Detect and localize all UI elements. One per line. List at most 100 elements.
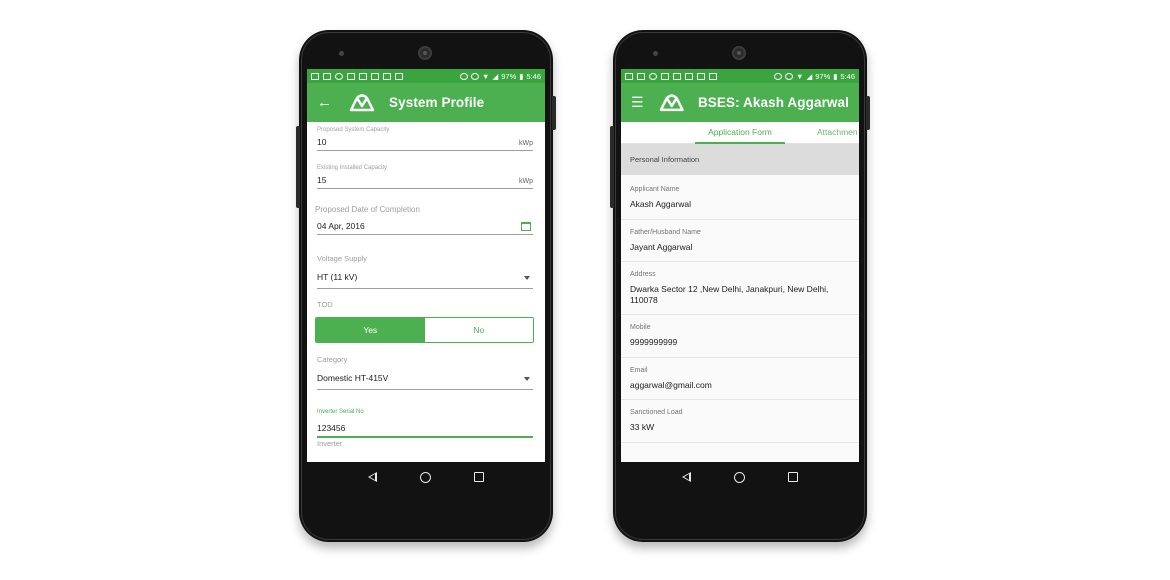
do-not-disturb-icon xyxy=(460,72,469,80)
screen-system-profile: ▼ ◢ 97% ▮ 5:46 ← System Profile Proposed… xyxy=(307,69,545,462)
field-value: HT (11 kV) xyxy=(317,272,358,282)
status-bar: ▼ ◢ 97% ▮ 5:46 xyxy=(621,69,859,83)
signal-icon: ◢ xyxy=(492,71,499,81)
item-value: 33 kW xyxy=(630,422,655,432)
android-nav-bar xyxy=(621,462,859,492)
do-not-disturb-icon xyxy=(774,72,783,80)
status-bar: ▼ ◢ 97% ▮ 5:46 xyxy=(307,69,545,83)
back-nav-icon[interactable] xyxy=(682,472,692,482)
proposed-capacity-field[interactable]: Proposed System Capacity 10 kWp xyxy=(317,127,533,151)
app-icon xyxy=(673,72,681,80)
item-label: Sanctioned Load xyxy=(630,409,683,416)
existing-capacity-field[interactable]: Existing Installed Capacity 15 kWp xyxy=(317,165,533,189)
item-label: Applicant Name xyxy=(630,186,680,193)
battery-level: 97% xyxy=(501,71,517,81)
tod-yes-button[interactable]: Yes xyxy=(316,318,425,342)
battery-icon: ▮ xyxy=(833,71,838,81)
field-label: Inverter Serial No xyxy=(317,409,364,415)
app-n-icon xyxy=(637,72,645,80)
recents-nav-icon[interactable] xyxy=(473,472,484,482)
phone-left: ▼ ◢ 97% ▮ 5:46 ← System Profile Proposed… xyxy=(296,30,556,542)
system-icons: ▼ ◢ 97% ▮ 5:46 xyxy=(460,72,541,81)
category-dropdown[interactable]: Category Domestic HT-415V xyxy=(317,355,533,390)
list-item-address[interactable]: Address Dwarka Sector 12 ,New Delhi, Jan… xyxy=(621,262,859,315)
clock: 5:46 xyxy=(840,71,855,81)
page-title: System Profile xyxy=(389,95,485,110)
app-bar: ☰ BSES: Akash Aggarwal xyxy=(621,83,859,122)
system-icons: ▼ ◢ 97% ▮ 5:46 xyxy=(774,72,855,81)
field-value: 10 xyxy=(317,137,327,147)
item-value: Akash Aggarwal xyxy=(630,199,691,209)
app-icon xyxy=(359,72,367,80)
android-nav-bar xyxy=(307,462,545,492)
field-value: 15 xyxy=(317,175,327,185)
item-label: Address xyxy=(630,271,656,278)
front-camera xyxy=(418,46,432,60)
list-item-mobile[interactable]: Mobile 9999999999 xyxy=(621,315,859,358)
mail-icon xyxy=(697,72,705,80)
item-label: Father/Husband Name xyxy=(630,228,701,236)
image-icon xyxy=(685,72,693,80)
front-camera xyxy=(732,46,746,60)
voltage-supply-dropdown[interactable]: Voltage Supply HT (11 kV) xyxy=(317,254,533,289)
notification-icons xyxy=(311,72,403,80)
chevron-down-icon xyxy=(524,276,530,280)
whatsapp-icon xyxy=(649,72,657,80)
notification-icons xyxy=(625,72,717,80)
signal-icon: ◢ xyxy=(806,71,813,81)
volume-button xyxy=(296,126,300,208)
news-icon xyxy=(347,72,355,80)
message-icon xyxy=(311,72,319,80)
screen-application-form: ▼ ◢ 97% ▮ 5:46 ☰ BSES: Akash Aggarwal Ap… xyxy=(621,69,859,462)
item-value: Jayant Aggarwal xyxy=(630,241,693,252)
battery-level: 97% xyxy=(815,71,831,81)
field-value: 123456 xyxy=(317,423,346,433)
inverter-serial-input[interactable]: Inverter Serial No 123456 xyxy=(317,400,533,438)
tod-toggle: Yes No xyxy=(315,317,534,343)
back-nav-icon[interactable] xyxy=(368,472,378,482)
gallery-icon xyxy=(709,72,717,80)
unit-label: kWp xyxy=(519,140,533,147)
tab-application-form[interactable]: Application Form xyxy=(695,127,785,137)
tod-no-button[interactable]: No xyxy=(424,318,533,342)
volume-button xyxy=(610,126,614,208)
active-tab-indicator xyxy=(695,142,785,144)
list-item-father-name[interactable]: Father/Husband Name Jayant Aggarwal xyxy=(621,219,859,262)
item-label: Mobile xyxy=(630,324,651,331)
menu-icon[interactable]: ☰ xyxy=(631,94,655,111)
clock: 5:46 xyxy=(526,71,541,81)
alarm-icon xyxy=(785,72,794,80)
recents-nav-icon[interactable] xyxy=(787,472,798,482)
app-n-icon xyxy=(323,72,331,80)
back-arrow-icon[interactable]: ← xyxy=(317,94,341,111)
field-label: Category xyxy=(317,355,348,364)
list-item-applicant-name[interactable]: Applicant Name Akash Aggarwal xyxy=(621,175,859,220)
home-nav-icon[interactable] xyxy=(419,471,431,483)
completion-date-field[interactable]: Proposed Date of Completion 04 Apr, 2016 xyxy=(315,205,533,235)
tab-attachments[interactable]: Attachmen xyxy=(817,127,858,137)
list-item-email[interactable]: Email aggarwal@gmail.com xyxy=(621,357,859,400)
gallery-icon xyxy=(395,72,403,80)
home-nav-icon[interactable] xyxy=(733,471,745,483)
field-label: Voltage Supply xyxy=(317,254,368,263)
power-button xyxy=(552,96,556,130)
tab-bar: Application Form Attachmen xyxy=(621,122,859,144)
field-value: 04 Apr, 2016 xyxy=(317,221,365,231)
tod-toggle-group: TOD Yes No xyxy=(315,300,534,343)
item-value: aggarwal@gmail.com xyxy=(630,379,712,390)
item-label: Email xyxy=(630,366,648,374)
system-profile-form: Proposed System Capacity 10 kWp Existing… xyxy=(307,122,545,462)
phone-right: ▼ ◢ 97% ▮ 5:46 ☰ BSES: Akash Aggarwal Ap… xyxy=(610,30,870,542)
wifi-icon: ▼ xyxy=(796,71,804,81)
list-item-sanctioned-load[interactable]: Sanctioned Load 33 kW xyxy=(621,400,859,443)
item-value: 9999999999 xyxy=(630,337,678,347)
app-bar: ← System Profile xyxy=(307,83,545,122)
app-logo-icon xyxy=(349,93,375,111)
power-button xyxy=(866,96,870,130)
alarm-icon xyxy=(471,72,480,80)
inverter-field[interactable]: Inverter xyxy=(317,439,533,448)
app-logo-icon xyxy=(659,93,684,111)
battery-icon: ▮ xyxy=(519,71,524,81)
message-icon xyxy=(625,72,633,80)
calendar-icon[interactable] xyxy=(521,222,531,231)
